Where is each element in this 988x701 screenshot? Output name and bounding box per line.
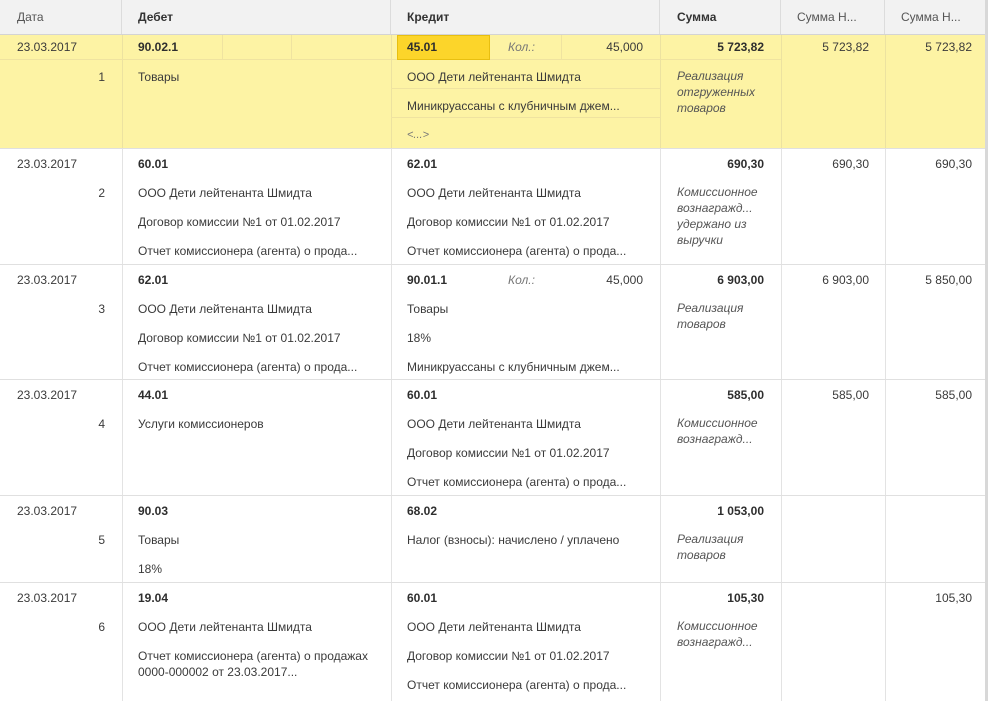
header-sum[interactable]: Сумма: [660, 0, 781, 34]
table-row[interactable]: 23.03.2017 5 90.03 Товары 18% 68.02 Нало…: [0, 496, 988, 583]
debit-account[interactable]: 19.04: [138, 591, 168, 605]
table-row[interactable]: 23.03.2017 1 90.02.1 Товары 45.01 Кол.: …: [0, 35, 988, 149]
row-date: 23.03.2017: [17, 273, 78, 287]
row-content[interactable]: Комиссионное вознагражд... удержано из в…: [677, 184, 777, 248]
debit-subconto-3[interactable]: Отчет комиссионера (агента) о прода...: [138, 360, 383, 374]
row-sum[interactable]: 1 053,00: [670, 504, 764, 518]
row-content[interactable]: Реализация отгруженных товаров: [677, 68, 773, 116]
debit-subconto-1[interactable]: ООО Дети лейтенанта Шмидта: [138, 186, 383, 200]
header-sum-n2[interactable]: Сумма Н...: [885, 0, 988, 34]
credit-account[interactable]: 90.01.1: [407, 273, 447, 287]
credit-account[interactable]: 60.01: [407, 591, 437, 605]
row-number: 4: [98, 417, 105, 431]
debit-subconto-2[interactable]: Договор комиссии №1 от 01.02.2017: [138, 215, 383, 229]
credit-subconto-2[interactable]: Договор комиссии №1 от 01.02.2017: [407, 215, 647, 229]
row-number: 1: [98, 70, 105, 84]
debit-subconto-1[interactable]: ООО Дети лейтенанта Шмидта: [138, 620, 383, 634]
debit-account[interactable]: 60.01: [138, 157, 168, 171]
debit-account[interactable]: 90.03: [138, 504, 168, 518]
row-number: 6: [98, 620, 105, 634]
row-sum[interactable]: 6 903,00: [670, 273, 764, 287]
credit-subconto-1[interactable]: ООО Дети лейтенанта Шмидта: [407, 620, 647, 634]
credit-subconto-3[interactable]: Отчет комиссионера (агента) о прода...: [407, 475, 647, 489]
row-number: 5: [98, 533, 105, 547]
row-sum-n1[interactable]: [785, 591, 869, 605]
row-sum[interactable]: 105,30: [670, 591, 764, 605]
row-date: 23.03.2017: [17, 157, 78, 171]
debit-subconto-1[interactable]: Услуги комиссионеров: [138, 417, 383, 431]
row-content[interactable]: Комиссионное вознагражд...: [677, 618, 773, 650]
credit-subconto-2[interactable]: 18%: [407, 331, 647, 345]
header-debit[interactable]: Дебет: [122, 0, 391, 34]
credit-subconto-1[interactable]: Товары: [407, 302, 647, 316]
row-sum[interactable]: 690,30: [670, 157, 764, 171]
credit-qty-value[interactable]: 45,000: [580, 40, 643, 54]
row-sum-n2[interactable]: 105,30: [888, 591, 972, 605]
header-credit[interactable]: Кредит: [391, 0, 660, 34]
row-date: 23.03.2017: [17, 40, 78, 54]
credit-subconto-1[interactable]: ООО Дети лейтенанта Шмидта: [407, 417, 647, 431]
row-content[interactable]: Реализация товаров: [677, 531, 773, 563]
debit-subconto-1[interactable]: Товары: [138, 533, 383, 547]
row-sum-n2[interactable]: [888, 504, 972, 518]
credit-account[interactable]: 60.01: [407, 388, 437, 402]
row-sum-n1[interactable]: 6 903,00: [785, 273, 869, 287]
credit-subconto-2[interactable]: Миникруассаны с клубничным джем...: [407, 99, 647, 113]
row-date: 23.03.2017: [17, 388, 78, 402]
row-content[interactable]: Комиссионное вознагражд...: [677, 415, 773, 447]
credit-subconto-1[interactable]: Налог (взносы): начислено / уплачено: [407, 533, 652, 547]
row-number: 2: [98, 186, 105, 200]
debit-subconto-2[interactable]: Отчет комиссионера (агента) о продажах 0…: [138, 648, 383, 680]
table-row[interactable]: 23.03.2017 3 62.01 ООО Дети лейтенанта Ш…: [0, 265, 988, 380]
debit-subconto-2[interactable]: 18%: [138, 562, 383, 576]
row-sum-n2[interactable]: 5 850,00: [888, 273, 972, 287]
credit-qty-label: Кол.:: [508, 40, 535, 54]
postings-grid: Дата Дебет Кредит Сумма Сумма Н... Сумма…: [0, 0, 988, 701]
row-sum[interactable]: 5 723,82: [670, 40, 764, 54]
credit-subconto-3[interactable]: <...>: [407, 128, 429, 142]
row-sum-n1[interactable]: 5 723,82: [785, 40, 869, 54]
table-row[interactable]: 23.03.2017 2 60.01 ООО Дети лейтенанта Ш…: [0, 149, 988, 265]
row-number: 3: [98, 302, 105, 316]
credit-qty-label: Кол.:: [508, 273, 535, 287]
debit-account[interactable]: 44.01: [138, 388, 168, 402]
row-sum-n2[interactable]: 5 723,82: [888, 40, 972, 54]
debit-account[interactable]: 90.02.1: [138, 40, 178, 54]
credit-subconto-3[interactable]: Отчет комиссионера (агента) о прода...: [407, 678, 647, 692]
credit-qty-value[interactable]: 45,000: [580, 273, 643, 287]
debit-account[interactable]: 62.01: [138, 273, 168, 287]
row-sum-n1[interactable]: 690,30: [785, 157, 869, 171]
row-date: 23.03.2017: [17, 591, 78, 605]
credit-account[interactable]: 45.01: [407, 40, 437, 54]
credit-subconto-3[interactable]: Миникруассаны с клубничным джем...: [407, 360, 647, 374]
row-sum[interactable]: 585,00: [670, 388, 764, 402]
credit-subconto-1[interactable]: ООО Дети лейтенанта Шмидта: [407, 186, 647, 200]
debit-subconto-1[interactable]: Товары: [138, 70, 179, 84]
row-content[interactable]: Реализация товаров: [677, 300, 773, 332]
credit-account[interactable]: 62.01: [407, 157, 437, 171]
header-date[interactable]: Дата: [0, 0, 122, 34]
table-row[interactable]: 23.03.2017 4 44.01 Услуги комиссионеров …: [0, 380, 988, 496]
debit-subconto-3[interactable]: Отчет комиссионера (агента) о прода...: [138, 244, 383, 258]
grid-header: Дата Дебет Кредит Сумма Сумма Н... Сумма…: [0, 0, 988, 35]
table-row[interactable]: 23.03.2017 6 19.04 ООО Дети лейтенанта Ш…: [0, 583, 988, 701]
debit-subconto-1[interactable]: ООО Дети лейтенанта Шмидта: [138, 302, 383, 316]
header-sum-n1[interactable]: Сумма Н...: [781, 0, 885, 34]
credit-subconto-3[interactable]: Отчет комиссионера (агента) о прода...: [407, 244, 647, 258]
credit-subconto-1[interactable]: ООО Дети лейтенанта Шмидта: [407, 70, 647, 84]
credit-account[interactable]: 68.02: [407, 504, 437, 518]
row-sum-n2[interactable]: 690,30: [888, 157, 972, 171]
row-sum-n1[interactable]: 585,00: [785, 388, 869, 402]
row-date: 23.03.2017: [17, 504, 78, 518]
row-sum-n2[interactable]: 585,00: [888, 388, 972, 402]
row-sum-n1[interactable]: [785, 504, 869, 518]
credit-subconto-2[interactable]: Договор комиссии №1 от 01.02.2017: [407, 446, 647, 460]
debit-subconto-2[interactable]: Договор комиссии №1 от 01.02.2017: [138, 331, 383, 345]
credit-subconto-2[interactable]: Договор комиссии №1 от 01.02.2017: [407, 649, 647, 663]
